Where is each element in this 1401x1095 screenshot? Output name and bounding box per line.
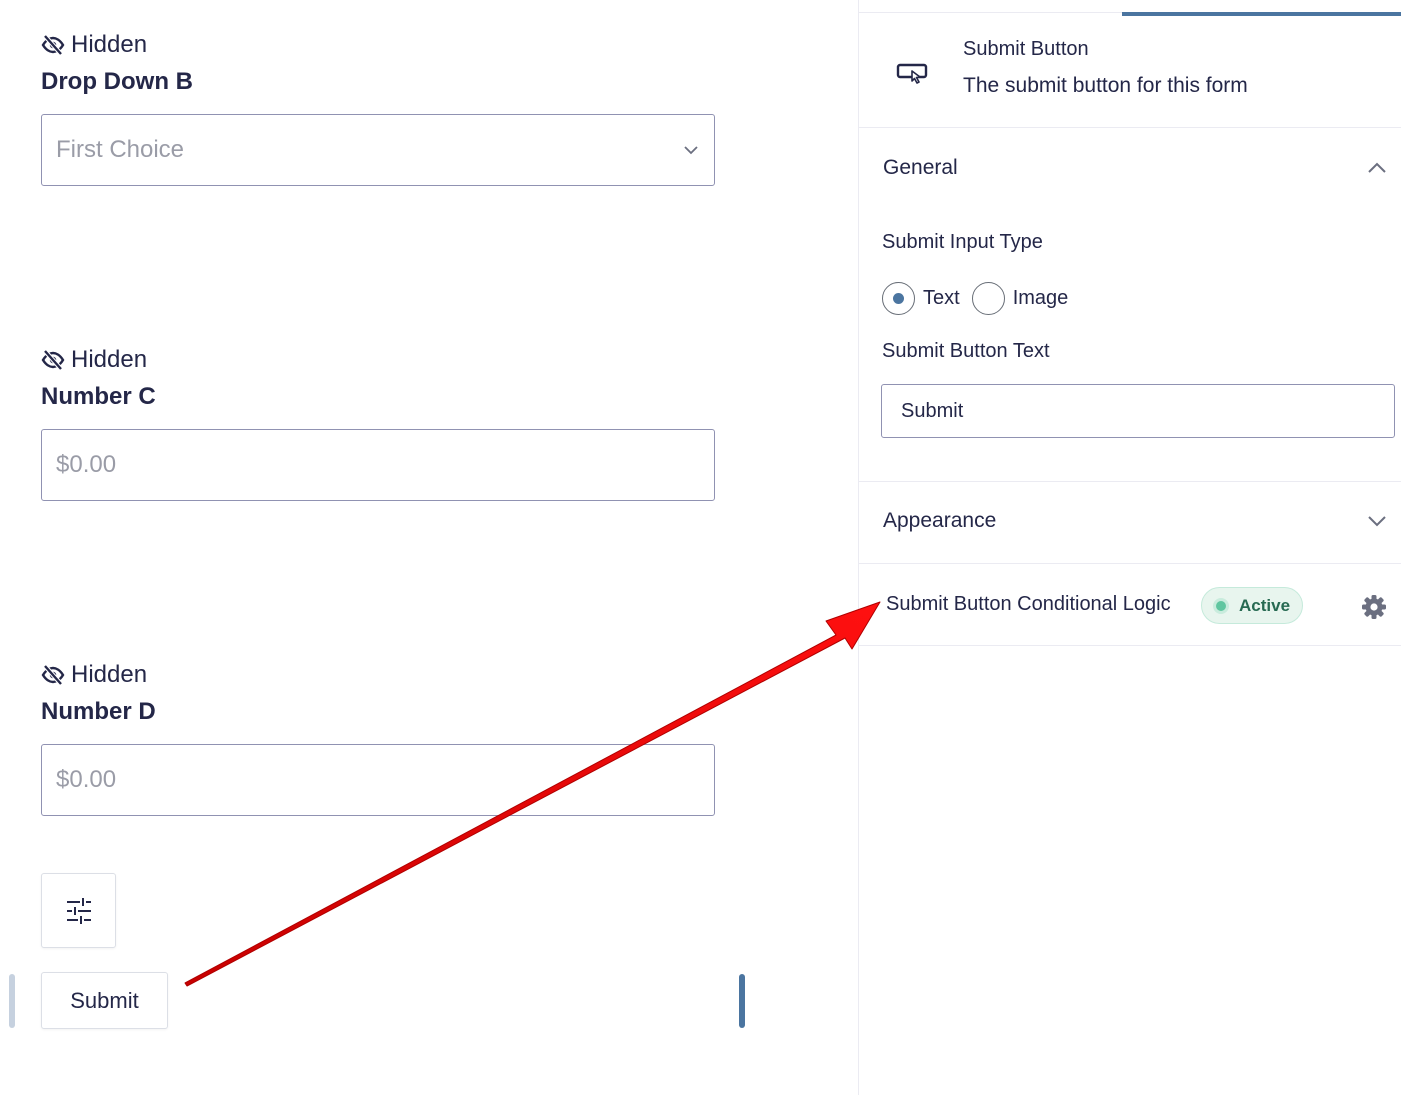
- chevron-down-icon: [684, 146, 698, 155]
- radio-image[interactable]: Image: [971, 282, 1081, 315]
- general-section-title: General: [883, 156, 958, 179]
- sliders-icon: [66, 897, 91, 924]
- gear-icon[interactable]: [1361, 594, 1387, 620]
- conditional-logic-label: Submit Button Conditional Logic: [886, 593, 1171, 615]
- radio-text[interactable]: Text: [882, 282, 972, 315]
- number-input[interactable]: $0.00: [41, 744, 715, 816]
- submit-button[interactable]: Submit: [41, 972, 168, 1029]
- eye-slash-icon: [41, 664, 65, 686]
- resize-handle-right[interactable]: [739, 974, 745, 1028]
- submit-input-type-label: Submit Input Type: [882, 231, 1043, 253]
- submit-button-text-input[interactable]: Submit: [881, 384, 1395, 438]
- field-info-title: Submit Button: [963, 38, 1089, 60]
- radio-button[interactable]: [971, 282, 1005, 315]
- form-field-drop-down-b[interactable]: Hidden Drop Down B First Choice: [41, 30, 715, 186]
- field-label: Drop Down B: [41, 68, 193, 95]
- dropdown-select[interactable]: First Choice: [41, 114, 715, 186]
- status-badge: Active: [1201, 587, 1303, 624]
- hidden-indicator: Hidden: [41, 30, 715, 60]
- submit-button-text-label: Submit Button Text: [882, 340, 1050, 362]
- hidden-label: Hidden: [71, 346, 148, 373]
- hidden-indicator: Hidden: [41, 345, 715, 375]
- field-info-description: The submit button for this form: [963, 74, 1248, 97]
- field-settings-sidebar: Submit Button The submit button for this…: [858, 0, 1401, 1095]
- status-text: Active: [1239, 595, 1291, 615]
- radio-dot: [893, 293, 904, 304]
- number-placeholder: $0.00: [56, 766, 117, 793]
- appearance-section-toggle[interactable]: Appearance: [859, 481, 1401, 561]
- resize-handle-left[interactable]: [9, 974, 15, 1028]
- hidden-label: Hidden: [71, 661, 148, 688]
- submit-input-type-radios: Text Image: [882, 282, 1080, 315]
- field-settings-button[interactable]: [41, 873, 116, 948]
- radio-label: Image: [1012, 287, 1069, 309]
- submit-button-icon: [896, 63, 928, 84]
- form-canvas: Hidden Drop Down B First Choice Hidden N…: [0, 0, 858, 1095]
- chevron-down-icon: [1368, 516, 1386, 527]
- form-field-number-d[interactable]: Hidden Number D $0.00: [41, 660, 715, 816]
- status-dot: [1216, 600, 1226, 611]
- eye-slash-icon: [41, 349, 65, 371]
- eye-slash-icon: [41, 34, 65, 56]
- number-input[interactable]: $0.00: [41, 429, 715, 501]
- appearance-section-title: Appearance: [883, 509, 997, 532]
- chevron-up-icon: [1368, 162, 1386, 173]
- general-section-toggle[interactable]: General: [859, 128, 1401, 208]
- field-label: Number C: [41, 383, 156, 410]
- radio-label: Text: [923, 287, 960, 309]
- field-info-header: Submit Button The submit button for this…: [859, 16, 1401, 128]
- conditional-logic-row[interactable]: Submit Button Conditional Logic Active: [859, 563, 1401, 646]
- field-label: Number D: [41, 698, 156, 725]
- number-placeholder: $0.00: [56, 451, 117, 478]
- form-field-number-c[interactable]: Hidden Number C $0.00: [41, 345, 715, 501]
- hidden-label: Hidden: [71, 31, 148, 58]
- hidden-indicator: Hidden: [41, 660, 715, 690]
- radio-button-selected[interactable]: [882, 282, 915, 315]
- dropdown-placeholder: First Choice: [56, 136, 185, 163]
